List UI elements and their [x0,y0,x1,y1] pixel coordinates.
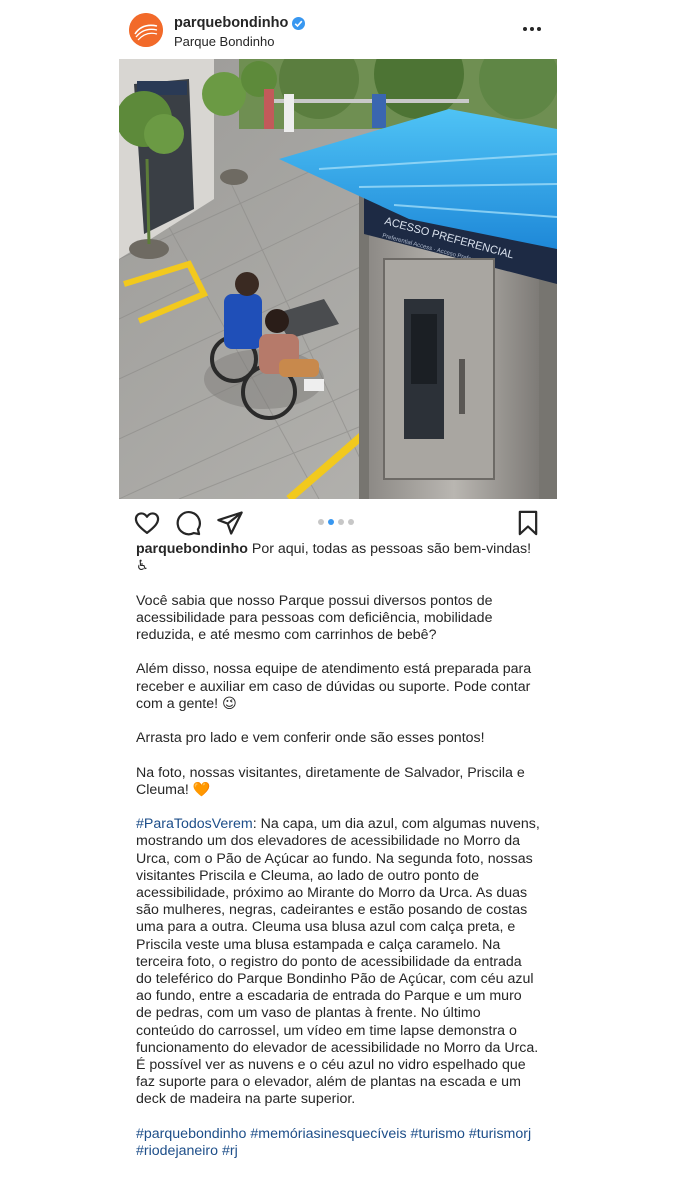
carousel-dot [318,519,324,525]
more-options-icon[interactable] [523,22,545,36]
caption-first-line: parquebondinho Por aqui, todas as pessoa… [136,541,541,575]
verified-badge-icon [292,16,306,30]
post-username[interactable]: parquebondinho [174,15,306,31]
username-text[interactable]: parquebondinho [174,15,288,31]
hashtag-link[interactable]: #ParaTodosVerem [136,816,253,832]
caption-paragraph-4: Na foto, nossas visitantes, diretamente … [136,764,529,798]
caption-paragraph-5: #ParaTodosVerem: Na capa, um dia azul, c… [136,816,541,1108]
carousel-indicator [318,519,354,525]
caption-paragraph-2: Além disso, nossa equipe de atendimento … [136,661,536,712]
hashtag-link[interactable]: #rj [222,1143,238,1159]
post-header: parquebondinho Parque Bondinho [0,0,676,58]
action-bar [119,505,557,541]
post-location[interactable]: Parque Bondinho [174,34,274,49]
hashtag-link[interactable]: #turismo [411,1126,465,1142]
save-bookmark-icon[interactable] [514,509,542,537]
carousel-dot [328,519,334,525]
hashtag-link[interactable]: #turismorj [469,1126,531,1142]
caption-paragraph-5-text: : Na capa, um dia azul, com algumas nuve… [136,816,544,1108]
carousel-dot [338,519,344,525]
bondinho-logo-icon [129,13,163,47]
hashtag-link[interactable]: #memóriasinesquecíveis [250,1126,406,1142]
caption-paragraph-3: Arrasta pro lado e vem conferir onde são… [136,730,485,747]
share-send-icon[interactable] [216,509,244,537]
caption-paragraph-1: Você sabia que nosso Parque possui diver… [136,592,497,643]
comment-icon[interactable] [174,509,202,537]
hashtag-link[interactable]: #parquebondinho [136,1126,246,1142]
caption-hashtags: #parquebondinho #memóriasinesquecíveis #… [136,1126,541,1160]
avatar[interactable] [129,13,163,47]
post-caption: parquebondinho Por aqui, todas as pessoa… [136,541,541,1177]
photo-illustration: ACESSO PREFERENCIAL Preferential Access … [119,59,557,499]
hashtag-link[interactable]: #riodejaneiro [136,1143,218,1159]
like-heart-icon[interactable] [133,509,161,537]
post-photo[interactable]: ACESSO PREFERENCIAL Preferential Access … [119,59,557,499]
caption-username[interactable]: parquebondinho [136,541,248,557]
carousel-dot [348,519,354,525]
